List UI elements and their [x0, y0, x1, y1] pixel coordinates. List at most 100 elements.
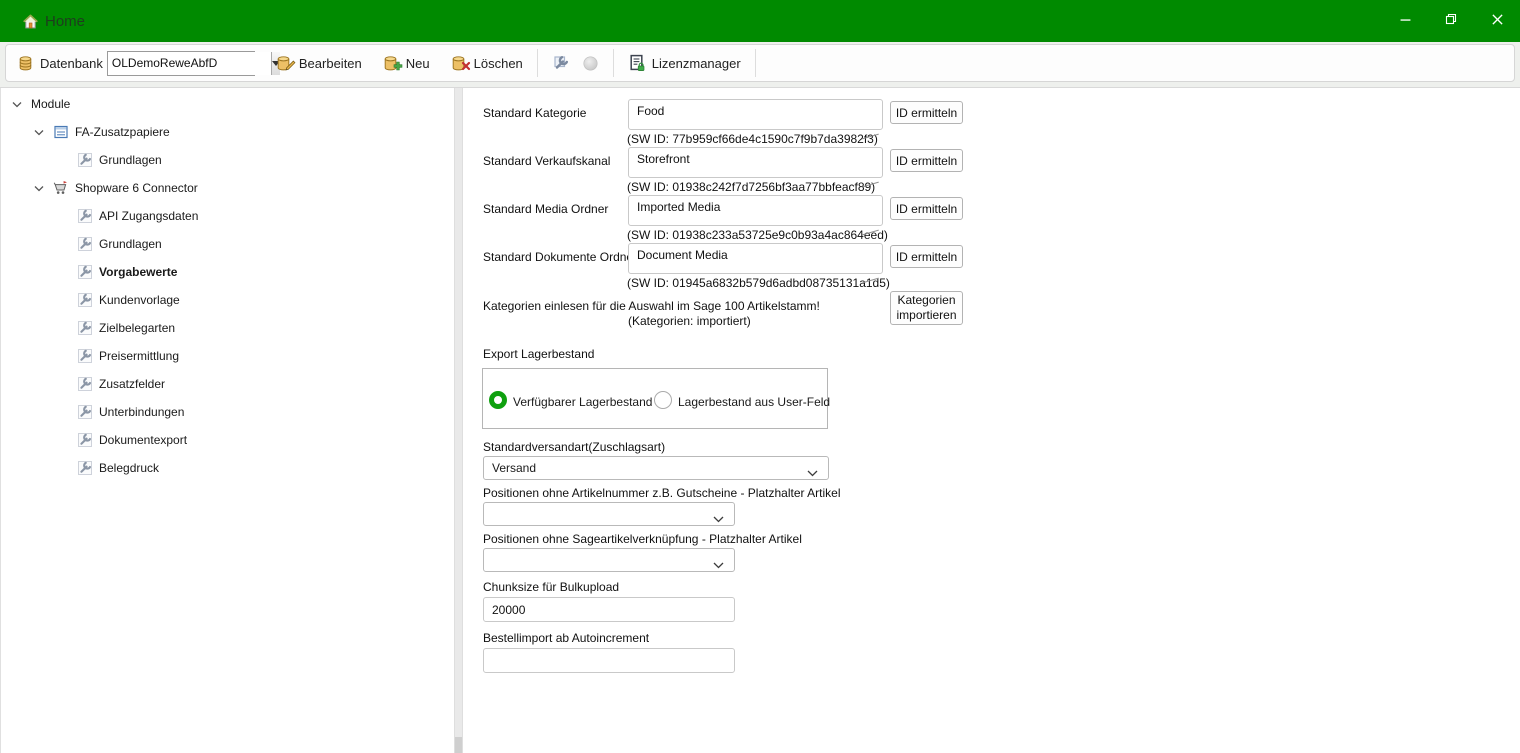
radio-lagerbestand-userfeld[interactable] — [654, 391, 672, 409]
id-ermitteln-button[interactable]: ID ermitteln — [890, 245, 963, 268]
chunksize-label: Chunksize für Bulkupload — [483, 580, 619, 594]
database-new-icon — [382, 54, 400, 72]
wrench-icon — [77, 320, 93, 336]
toolbar-separator — [537, 49, 538, 77]
titlebar: Home — [0, 0, 1520, 42]
delete-button[interactable]: Löschen — [444, 50, 529, 76]
tree-item-grundlagen-fa[interactable]: Grundlagen — [1, 146, 454, 174]
positionen-ohne-artikelnummer-label: Positionen ohne Artikelnummer z.B. Gutsc… — [483, 486, 841, 500]
id-ermitteln-button[interactable]: ID ermitteln — [890, 197, 963, 220]
settings-button[interactable] — [546, 50, 576, 76]
kategorien-importieren-button[interactable]: Kategorien importieren — [890, 291, 963, 325]
cart-icon — [53, 180, 69, 196]
vorgabewerte-form: Standard Kategorie (SW ID: 77b959cf66de4… — [463, 88, 1520, 753]
wrench-icon — [77, 152, 93, 168]
minimize-button[interactable] — [1382, 0, 1428, 42]
database-delete-icon — [450, 54, 468, 72]
tree-item-preisermittlung[interactable]: Preisermittlung — [1, 342, 454, 370]
kategorien-status-label: (Kategorien: importiert) — [628, 314, 751, 328]
tree-item-label: Unterbindungen — [99, 405, 184, 419]
wrench-icon — [77, 348, 93, 364]
toolbar-zone: Datenbank — [0, 42, 1520, 88]
license-manager-button[interactable]: Lizenzmanager — [622, 50, 747, 76]
id-ermitteln-button[interactable]: ID ermitteln — [890, 101, 963, 124]
edit-button[interactable]: Bearbeiten — [269, 50, 368, 76]
tree-item-label: Grundlagen — [99, 153, 162, 167]
close-button[interactable] — [1474, 0, 1520, 42]
tree-item-grundlagen-sw[interactable]: Grundlagen — [1, 230, 454, 258]
standard-media-ordner-input[interactable] — [628, 195, 883, 226]
wrench-icon — [77, 208, 93, 224]
tree-item-label: Belegdruck — [99, 461, 159, 475]
positionen-ohne-sageartikel-select[interactable] — [483, 548, 735, 572]
database-combobox-input[interactable] — [108, 52, 271, 75]
toolbar-separator — [613, 49, 614, 77]
tree-item-vorgabewerte[interactable]: Vorgabewerte — [1, 258, 454, 286]
database-edit-icon — [275, 54, 293, 72]
wrench-icon — [77, 432, 93, 448]
module-tree: Module FA-Zusatzpapiere — [0, 88, 454, 753]
field-standard-verkaufskanal: Standard Verkaufskanal (SW ID: 01938c242… — [463, 147, 1520, 195]
database-label: Datenbank — [40, 56, 103, 71]
tree-item-belegdruck[interactable]: Belegdruck — [1, 454, 454, 482]
tree-item-unterbindungen[interactable]: Unterbindungen — [1, 398, 454, 426]
export-lagerbestand-groupbox: Verfügbarer Lagerbestand (St Lagerbestan… — [482, 368, 828, 429]
tree-item-label: Module — [31, 97, 70, 111]
wrench-icon — [77, 460, 93, 476]
field-label: Standard Media Ordner — [483, 202, 608, 216]
toolbar: Datenbank — [5, 44, 1515, 82]
plus-icon — [393, 59, 403, 74]
positionen-ohne-artikelnummer-select[interactable] — [483, 502, 735, 526]
standardversandart-label: Standardversandart(Zuschlagsart) — [483, 440, 665, 454]
chevron-down-icon — [807, 466, 818, 480]
bestellimport-input[interactable] — [483, 648, 735, 673]
wrench-icon — [77, 292, 93, 308]
radio-label: Lagerbestand aus User-Feld — [678, 395, 830, 409]
field-label: Standard Dokumente Ordner — [483, 250, 637, 264]
wrench-icon — [77, 264, 93, 280]
tree-item-kundenvorlage[interactable]: Kundenvorlage — [1, 286, 454, 314]
radio-verfuegbarer-lagerbestand[interactable] — [489, 391, 507, 409]
tree-item-zielbelegarten[interactable]: Zielbelegarten — [1, 314, 454, 342]
chevron-down-icon[interactable] — [31, 129, 47, 136]
panel-splitter[interactable] — [454, 88, 463, 753]
tree-item-api-zugangsdaten[interactable]: API Zugangsdaten — [1, 202, 454, 230]
scrollbar-thumb[interactable] — [455, 737, 462, 753]
id-ermitteln-button[interactable]: ID ermitteln — [890, 149, 963, 172]
standardversandart-select[interactable]: Versand — [483, 456, 829, 480]
tree-item-shopware6-connector[interactable]: Shopware 6 Connector — [1, 174, 454, 202]
window-title: Home — [45, 13, 85, 30]
restore-icon — [1445, 12, 1457, 30]
sw-id-label: (SW ID: 01938c233a53725e9c0b93a4ac864eed… — [627, 228, 888, 242]
wrench-icon — [77, 376, 93, 392]
database-icon — [16, 54, 34, 72]
sw-id-label: (SW ID: 77b959cf66de4c1590c7f9b7da3982f3… — [627, 132, 878, 146]
field-standard-dokumente-ordner: Standard Dokumente Ordner (SW ID: 01945a… — [463, 243, 1520, 291]
positionen-ohne-sageartikel-label: Positionen ohne Sageartikelverknüpfung -… — [483, 532, 802, 546]
sphere-button[interactable] — [576, 51, 605, 76]
tree-item-dokumentexport[interactable]: Dokumentexport — [1, 426, 454, 454]
tree-item-label: Zielbelegarten — [99, 321, 175, 335]
tree-item-label: Zusatzfelder — [99, 377, 165, 391]
minimize-icon — [1400, 12, 1411, 30]
chevron-down-icon[interactable] — [9, 101, 25, 108]
new-button[interactable]: Neu — [376, 50, 436, 76]
export-lagerbestand-label: Export Lagerbestand — [483, 347, 594, 361]
standard-kategorie-input[interactable] — [628, 99, 883, 130]
field-label: Standard Verkaufskanal — [483, 154, 610, 168]
field-standard-media-ordner: Standard Media Ordner (SW ID: 01938c233a… — [463, 195, 1520, 243]
restore-button[interactable] — [1428, 0, 1474, 42]
chunksize-input[interactable] — [483, 597, 735, 622]
tree-item-zusatzfelder[interactable]: Zusatzfelder — [1, 370, 454, 398]
pencil-icon — [285, 59, 296, 74]
tree-item-label: Vorgabewerte — [99, 265, 177, 279]
new-button-label: Neu — [406, 56, 430, 71]
standard-verkaufskanal-input[interactable] — [628, 147, 883, 178]
wrench-icon — [77, 236, 93, 252]
chevron-down-icon[interactable] — [31, 185, 47, 192]
field-standard-kategorie: Standard Kategorie (SW ID: 77b959cf66de4… — [463, 99, 1520, 147]
tree-item-module[interactable]: Module — [1, 90, 454, 118]
sw-id-label: (SW ID: 01938c242f7d7256bf3aa77bbfeacf89… — [627, 180, 875, 194]
tree-item-fa-zusatzpapiere[interactable]: FA-Zusatzpapiere — [1, 118, 454, 146]
standard-dokumente-ordner-input[interactable] — [628, 243, 883, 274]
